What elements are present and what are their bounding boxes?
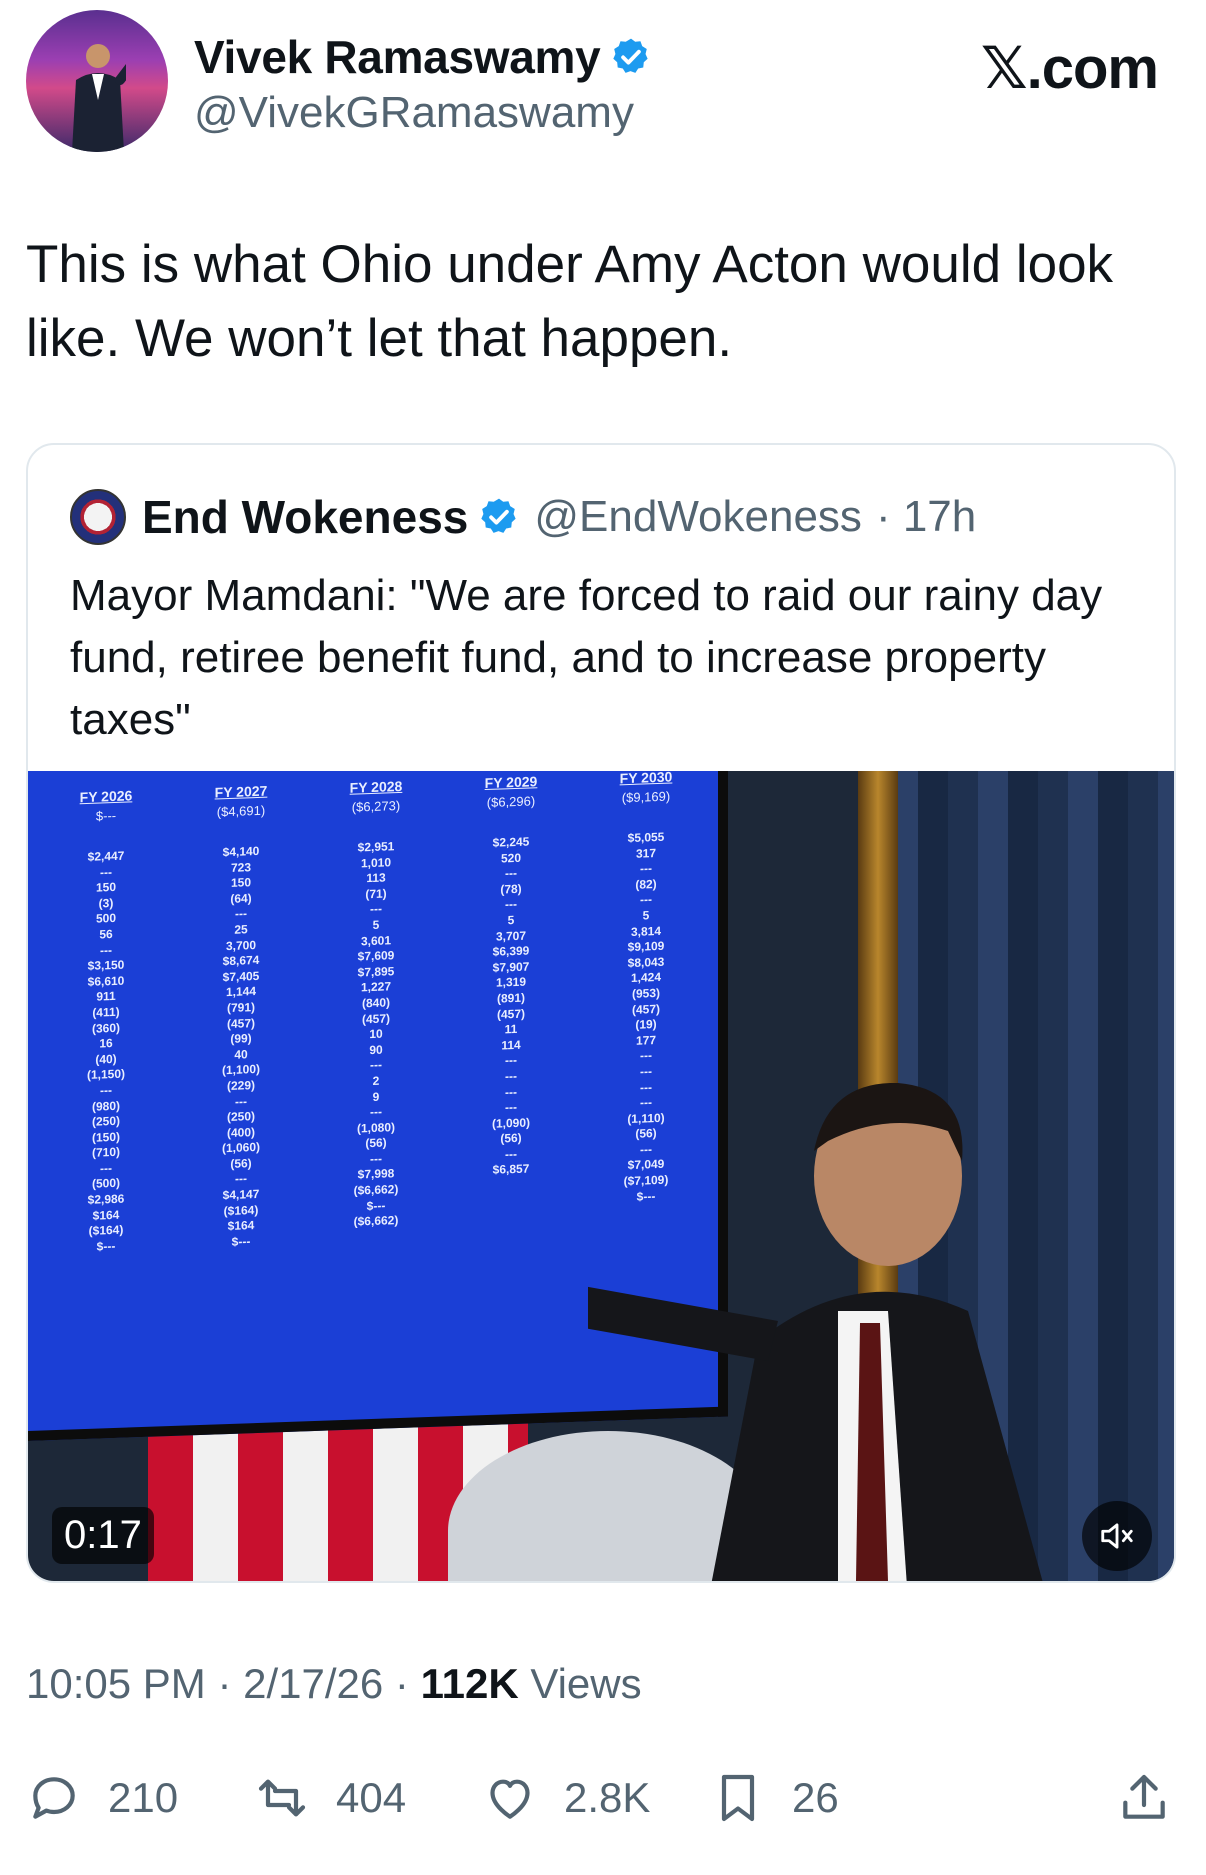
quoted-tweet-age: · 17h: [875, 492, 977, 541]
budget-column: FY 2027 ($4,691) $4,140 723 150 (64) --- 25 3,70…: [181, 781, 301, 1252]
quoted-author-handle[interactable]: @EndWokeness: [534, 492, 862, 542]
mute-button[interactable]: [1082, 1501, 1152, 1571]
repost-count: 404: [336, 1774, 407, 1821]
quoted-tweet[interactable]: End Wokeness @EndWokeness · 17h Mayor Ma…: [26, 443, 1176, 1583]
action-bar: 210 404 2.8K 26: [26, 1770, 1180, 1840]
budget-column-header: FY 2030: [619, 771, 673, 787]
video-player[interactable]: FY 2026 $--- $2,447 --- 150 (3) 500 56 --- $3,150…: [28, 771, 1174, 1581]
quoted-tweet-header: End Wokeness @EndWokeness · 17h: [70, 487, 976, 547]
budget-column-gap: ($9,169): [621, 788, 671, 806]
repost-button[interactable]: 404: [254, 1770, 406, 1826]
speaker-muted-icon: [1101, 1523, 1133, 1549]
budget-cell: $---: [96, 1238, 116, 1254]
verified-badge-icon: [613, 38, 649, 73]
like-count: 2.8K: [564, 1774, 651, 1821]
tweet-text: This is what Ohio under Amy Acton would …: [26, 235, 1114, 368]
share-button[interactable]: [1116, 1770, 1198, 1826]
video-duration: 0:17: [52, 1507, 154, 1564]
budget-column: FY 2026 $--- $2,447 --- 150 (3) 500 56 --- $3,150…: [46, 786, 166, 1257]
budget-cell: ($6,662): [353, 1213, 399, 1229]
bookmark-icon: [721, 1774, 755, 1822]
bookmark-count: 26: [792, 1774, 839, 1821]
verified-badge-icon: [481, 498, 516, 533]
bookmark-button[interactable]: 26: [710, 1770, 839, 1826]
share-icon: [1123, 1774, 1165, 1819]
reply-button[interactable]: 210: [26, 1770, 178, 1826]
author-handle[interactable]: @VivekGRamaswamy: [194, 88, 634, 138]
views-label: Views: [530, 1660, 642, 1707]
budget-column: FY 2029 ($6,296) $2,245 520 --- (78) --- 5 3,707…: [451, 772, 571, 1243]
quoted-author-name[interactable]: End Wokeness: [142, 490, 468, 544]
budget-column: FY 2028 ($6,273) $2,951 1,010 113 (71) --- 5 3,6…: [316, 777, 436, 1248]
author-name[interactable]: Vivek Ramaswamy: [194, 30, 601, 84]
heart-icon: [490, 1779, 530, 1819]
budget-column-gap: $---: [95, 807, 117, 824]
like-button[interactable]: 2.8K: [482, 1770, 650, 1826]
brand-logo: 𝕏.com: [980, 36, 1159, 101]
budget-column-header: FY 2026: [79, 787, 133, 806]
budget-column-gap: ($6,296): [486, 793, 536, 810]
budget-column-header: FY 2027: [214, 782, 268, 801]
quoted-author-avatar[interactable]: [70, 489, 126, 545]
reply-icon: [33, 1777, 75, 1819]
author-avatar[interactable]: [26, 10, 168, 152]
quoted-tweet-text: Mayor Mamdani: "We are forced to raid ou…: [70, 571, 1103, 744]
budget-column-gap: ($6,273): [351, 798, 401, 815]
budget-column-gap: ($4,691): [216, 802, 266, 820]
speaker-figure: [588, 1082, 1043, 1581]
budget-cell: $---: [231, 1234, 251, 1249]
tweet-header: Vivek Ramaswamy @VivekGRamaswamy 𝕏.com: [26, 10, 1180, 160]
tweet-meta: 10:05 PM · 2/17/26 · 112K Views: [26, 1660, 642, 1708]
views-count: 112K: [420, 1660, 519, 1707]
author-name-row: Vivek Ramaswamy: [194, 30, 652, 84]
tweet-timestamp[interactable]: 10:05 PM · 2/17/26 ·: [26, 1660, 409, 1707]
repost-icon: [258, 1779, 306, 1817]
budget-column-header: FY 2028: [349, 777, 403, 796]
reply-count: 210: [108, 1774, 179, 1821]
budget-column-header: FY 2029: [484, 773, 538, 792]
person-silhouette-icon: [72, 44, 126, 152]
budget-cell: $6,857: [492, 1161, 530, 1178]
